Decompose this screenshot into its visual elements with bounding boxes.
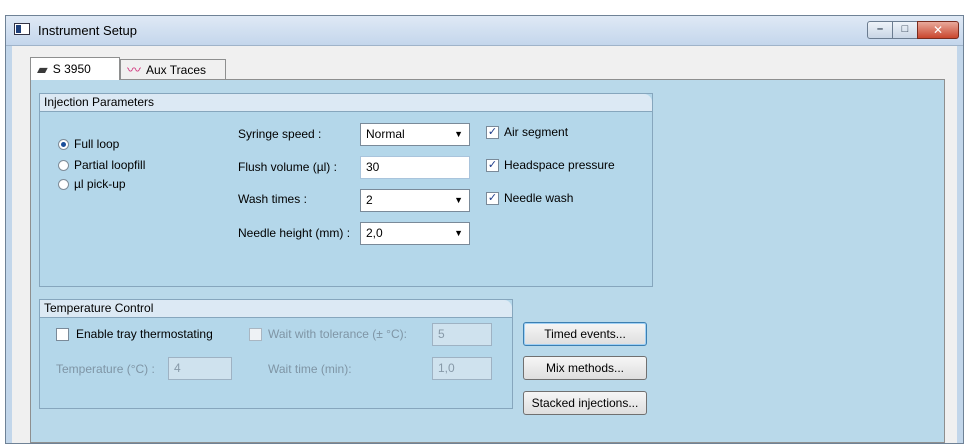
partial-loopfill-radio[interactable] bbox=[58, 160, 69, 171]
chevron-down-icon: ▼ bbox=[454, 228, 463, 238]
headspace-pressure-label: Headspace pressure bbox=[504, 158, 615, 172]
tab-s3950[interactable]: ▰ S 3950 bbox=[30, 57, 120, 80]
caption-buttons: – □ ✕ bbox=[867, 21, 959, 39]
wash-times-label: Wash times : bbox=[238, 192, 307, 206]
wait-time-label: Wait time (min): bbox=[268, 362, 352, 376]
ul-pickup-label: µl pick-up bbox=[74, 177, 126, 191]
enable-tray-thermostating-checkbox[interactable] bbox=[56, 328, 69, 341]
minimize-button[interactable]: – bbox=[867, 21, 893, 39]
tab-label: S 3950 bbox=[52, 62, 91, 76]
group-header: Injection Parameters bbox=[40, 94, 652, 112]
syringe-speed-value: Normal bbox=[366, 127, 405, 141]
wait-tolerance-input[interactable]: 5 bbox=[432, 323, 492, 346]
wash-times-value: 2 bbox=[366, 193, 373, 207]
tab-label: Aux Traces bbox=[146, 63, 207, 77]
flush-volume-input[interactable]: 30 bbox=[360, 156, 470, 179]
headspace-pressure-checkbox[interactable]: ✓ bbox=[486, 159, 499, 172]
title-bar: Instrument Setup – □ ✕ bbox=[6, 16, 963, 46]
tab-strip: ▰ S 3950 〰 Aux Traces bbox=[12, 46, 957, 80]
needle-wash-label: Needle wash bbox=[504, 191, 574, 205]
wait-tolerance-checkbox[interactable] bbox=[249, 328, 262, 341]
needle-height-label: Needle height (mm) : bbox=[238, 226, 351, 240]
maximize-icon: □ bbox=[901, 23, 909, 35]
timed-events-button[interactable]: Timed events... bbox=[523, 322, 647, 346]
syringe-speed-label: Syringe speed : bbox=[238, 127, 322, 141]
partial-loopfill-label: Partial loopfill bbox=[74, 158, 146, 172]
close-button[interactable]: ✕ bbox=[917, 21, 959, 39]
chevron-down-icon: ▼ bbox=[454, 195, 463, 205]
injection-parameters-group: Injection Parameters Full loop Partial l… bbox=[39, 93, 653, 287]
syringe-speed-select[interactable]: Normal ▼ bbox=[360, 123, 470, 146]
tab-page-s3950: Injection Parameters Full loop Partial l… bbox=[30, 79, 945, 443]
window-title: Instrument Setup bbox=[38, 23, 137, 38]
app-window-icon bbox=[14, 23, 30, 35]
stacked-injections-button[interactable]: Stacked injections... bbox=[523, 391, 647, 415]
close-icon: ✕ bbox=[932, 23, 944, 37]
temperature-label: Temperature (°C) : bbox=[56, 362, 155, 376]
ul-pickup-radio[interactable] bbox=[58, 179, 69, 190]
mix-methods-button[interactable]: Mix methods... bbox=[523, 356, 647, 380]
wait-time-input[interactable]: 1,0 bbox=[432, 357, 492, 380]
instrument-setup-window: Instrument Setup – □ ✕ ▰ S 3950 〰 Aux Tr… bbox=[5, 15, 964, 444]
minimize-icon: – bbox=[876, 23, 884, 35]
air-segment-checkbox[interactable]: ✓ bbox=[486, 126, 499, 139]
chevron-down-icon: ▼ bbox=[454, 129, 463, 139]
needle-height-select[interactable]: 2,0 ▼ bbox=[360, 222, 470, 245]
wash-times-select[interactable]: 2 ▼ bbox=[360, 189, 470, 212]
group-header: Temperature Control bbox=[40, 300, 512, 318]
maximize-button[interactable]: □ bbox=[892, 21, 918, 39]
window-content: ▰ S 3950 〰 Aux Traces Injection Paramete… bbox=[12, 46, 957, 443]
full-loop-label: Full loop bbox=[74, 137, 120, 151]
needle-height-value: 2,0 bbox=[366, 226, 383, 240]
air-segment-label: Air segment bbox=[504, 125, 569, 139]
wait-tolerance-label: Wait with tolerance (± °C): bbox=[268, 327, 407, 341]
instrument-icon: ▰ bbox=[37, 61, 48, 77]
full-loop-radio[interactable] bbox=[58, 139, 69, 150]
needle-wash-checkbox[interactable]: ✓ bbox=[486, 192, 499, 205]
flush-volume-label: Flush volume (µl) : bbox=[238, 160, 337, 174]
enable-tray-thermostating-label: Enable tray thermostating bbox=[76, 327, 213, 341]
tab-aux-traces[interactable]: 〰 Aux Traces bbox=[120, 59, 226, 80]
traces-icon: 〰 bbox=[127, 62, 141, 78]
temperature-input[interactable]: 4 bbox=[168, 357, 232, 380]
temperature-control-group: Temperature Control Enable tray thermost… bbox=[39, 299, 513, 409]
